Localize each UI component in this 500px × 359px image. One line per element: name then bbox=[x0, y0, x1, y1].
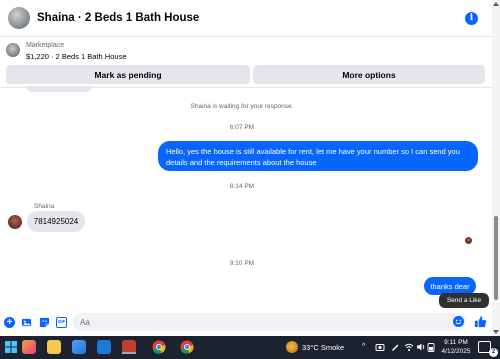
microsoft-store-icon[interactable] bbox=[72, 340, 86, 354]
scroll-up-arrow-icon[interactable] bbox=[493, 2, 499, 6]
photo-icon[interactable] bbox=[21, 317, 32, 328]
scrollbar-thumb[interactable] bbox=[494, 216, 498, 300]
scroll-down-arrow-icon[interactable] bbox=[493, 330, 499, 334]
timestamp: 8:14 PM bbox=[229, 183, 255, 190]
copilot-icon[interactable] bbox=[22, 340, 36, 354]
weather-icon[interactable] bbox=[286, 341, 298, 353]
chat-header: Shaina · 2 Beds 1 Bath House i bbox=[0, 0, 500, 37]
active-app-icon[interactable] bbox=[122, 340, 136, 354]
listing-thumbnail[interactable] bbox=[6, 43, 20, 57]
incoming-message[interactable]: 7814925024 bbox=[27, 211, 85, 232]
plus-icon[interactable]: + bbox=[4, 317, 15, 328]
clock-date: 4/12/2025 bbox=[441, 348, 471, 355]
timestamp: 6:07 PM bbox=[229, 124, 255, 131]
timestamp: 9:10 PM bbox=[229, 260, 255, 267]
file-explorer-icon[interactable] bbox=[47, 340, 61, 354]
send-like-tooltip: Send a Like bbox=[439, 293, 489, 308]
message-input[interactable] bbox=[73, 313, 466, 331]
message-composer: + GIF bbox=[0, 311, 492, 334]
seen-indicator-avatar bbox=[465, 237, 472, 244]
marketplace-label: Marketplace bbox=[26, 42, 65, 49]
sender-name: Shaina bbox=[34, 203, 55, 210]
sticker-icon[interactable] bbox=[39, 317, 50, 328]
weather-status[interactable]: 33°C Smoke bbox=[302, 343, 344, 352]
info-icon[interactable]: i bbox=[465, 12, 478, 25]
listing-title[interactable]: $1,220 · 2 Beds 1 Bath House bbox=[26, 52, 127, 61]
emoji-icon[interactable] bbox=[453, 316, 464, 327]
camera-icon[interactable] bbox=[375, 342, 385, 352]
battery-icon[interactable] bbox=[427, 342, 435, 352]
pen-icon[interactable] bbox=[390, 342, 400, 352]
taskbar: 33°C Smoke ^ 9:11 PM 4/12/2025 2 bbox=[0, 336, 500, 359]
more-options-button[interactable]: More options bbox=[253, 65, 485, 84]
chevron-up-icon[interactable]: ^ bbox=[362, 343, 365, 350]
like-icon[interactable] bbox=[474, 315, 487, 328]
clock[interactable]: 9:11 PM 4/12/2025 bbox=[436, 338, 476, 356]
outgoing-message[interactable]: Hello, yes the house is still available … bbox=[158, 141, 478, 171]
clock-time: 9:11 PM bbox=[444, 339, 468, 346]
marketplace-panel: Marketplace $1,220 · 2 Beds 1 Bath House… bbox=[0, 38, 492, 88]
scrollbar[interactable] bbox=[492, 0, 500, 336]
mark-as-pending-button[interactable]: Mark as pending bbox=[6, 65, 250, 84]
outlook-icon[interactable] bbox=[97, 340, 111, 354]
volume-icon[interactable] bbox=[416, 342, 426, 352]
avatar[interactable] bbox=[8, 7, 30, 29]
system-notice: Shaina is waiting for your response. bbox=[190, 103, 294, 110]
wifi-icon[interactable] bbox=[404, 342, 414, 352]
chat-title[interactable]: Shaina · 2 Beds 1 Bath House bbox=[37, 12, 199, 24]
chat-window: Shaina · 2 Beds 1 Bath House i Marketpla… bbox=[0, 0, 500, 336]
chrome-icon[interactable] bbox=[152, 340, 166, 354]
previous-message-bubble bbox=[26, 86, 92, 92]
windows-start-icon[interactable] bbox=[4, 340, 18, 354]
notification-badge: 2 bbox=[489, 348, 498, 357]
gif-icon[interactable]: GIF bbox=[56, 317, 67, 328]
sender-avatar[interactable] bbox=[8, 215, 22, 229]
chrome-profile-icon[interactable] bbox=[180, 340, 194, 354]
